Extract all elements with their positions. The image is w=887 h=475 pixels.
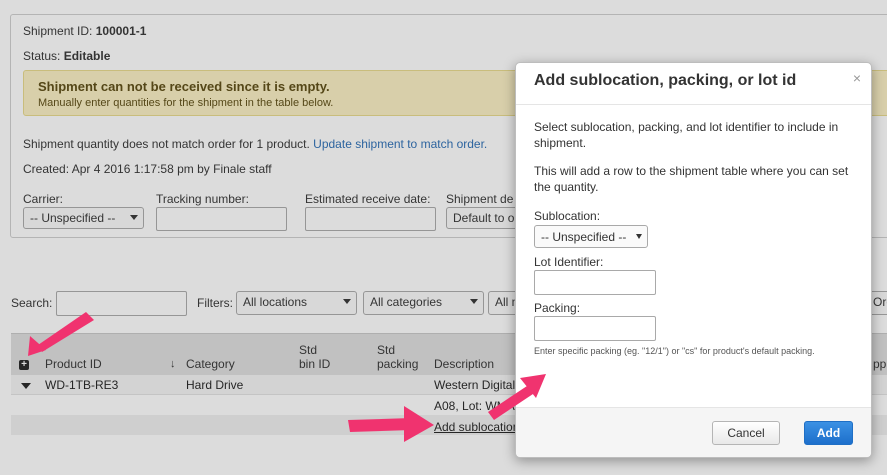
lot-identifier-input[interactable] [534, 270, 656, 295]
add-button[interactable]: Add [804, 421, 853, 445]
packing-help-text: Enter specific packing (eg. "12/1") or "… [534, 346, 815, 356]
cancel-button[interactable]: Cancel [712, 421, 780, 445]
sublocation-select[interactable]: -- Unspecified -- [534, 225, 648, 248]
close-icon[interactable]: × [853, 70, 861, 86]
sublocation-value: -- Unspecified -- [541, 230, 627, 244]
sublocation-label: Sublocation: [534, 209, 601, 223]
packing-input[interactable] [534, 316, 656, 341]
lot-identifier-label: Lot Identifier: [534, 255, 604, 269]
packing-label: Packing: [534, 301, 581, 315]
dialog-intro: Select sublocation, packing, and lot ide… [534, 120, 839, 150]
add-sublocation-dialog: Add sublocation, packing, or lot id × Se… [515, 62, 872, 458]
dialog-intro-2: This will add a row to the shipment tabl… [534, 164, 849, 194]
dialog-title: Add sublocation, packing, or lot id [534, 72, 797, 89]
chevron-down-icon [636, 234, 642, 239]
dialog-header: Add sublocation, packing, or lot id × [516, 63, 871, 105]
dialog-footer: Cancel Add [516, 407, 871, 457]
